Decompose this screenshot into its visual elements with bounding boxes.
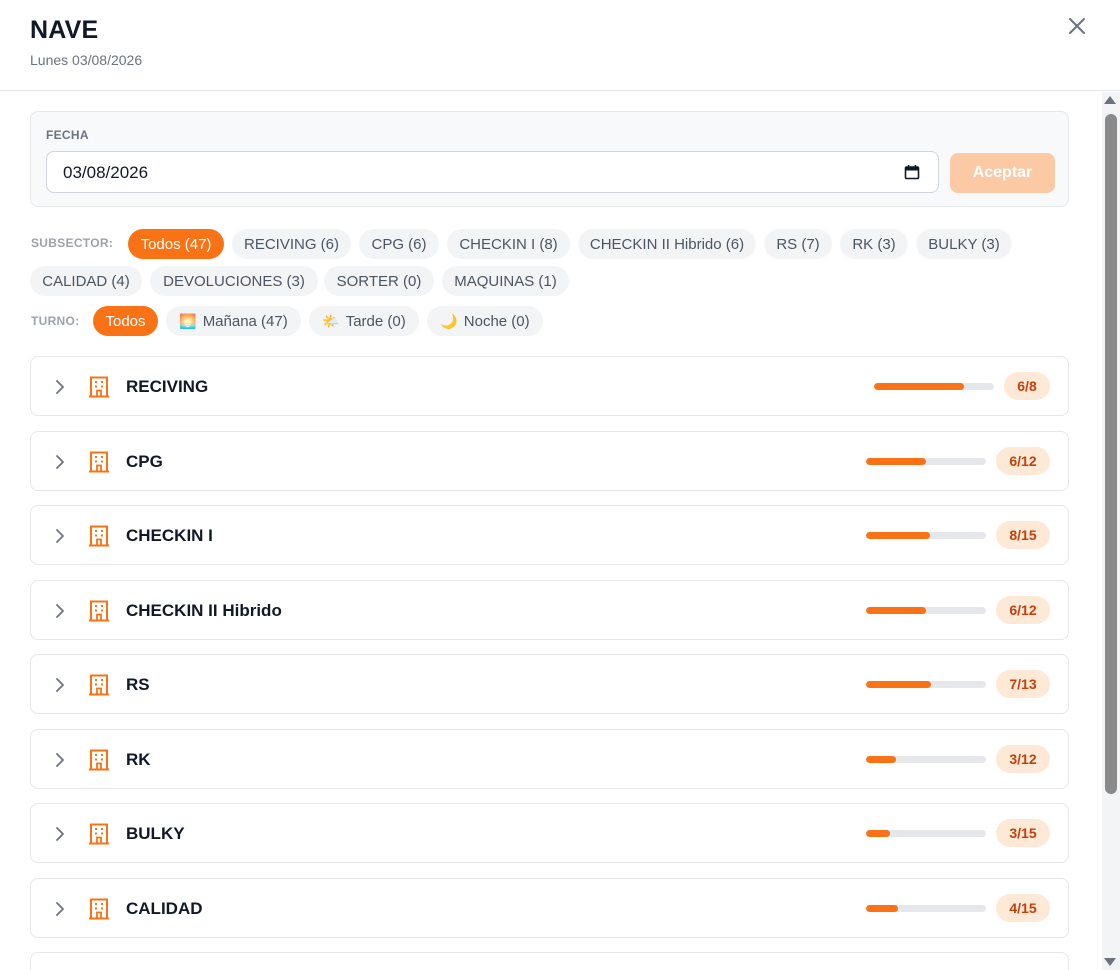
- progress-bar-fill: [866, 607, 926, 614]
- turno-chip[interactable]: Todos: [93, 306, 158, 336]
- sector-card[interactable]: CALIDAD 4/15: [30, 878, 1069, 938]
- chevron-right-icon[interactable]: [55, 379, 65, 395]
- sector-card[interactable]: RS 7/13: [30, 654, 1069, 714]
- turno-chip-label: Tarde (0): [345, 312, 406, 330]
- sector-name: RECIVING: [126, 377, 209, 396]
- calendar-icon[interactable]: [904, 164, 920, 180]
- count-badge: 6/12: [996, 596, 1050, 624]
- turno-chip-label: Mañana (47): [202, 312, 288, 330]
- chevron-right-icon[interactable]: [55, 901, 65, 917]
- sector-card[interactable]: BULKY 3/15: [30, 803, 1069, 863]
- sector-name: CHECKIN I: [126, 526, 213, 545]
- count-badge: 3/12: [996, 745, 1050, 773]
- sector-name: CALIDAD: [126, 899, 203, 918]
- scroll-down-arrow[interactable]: [1104, 958, 1116, 966]
- building-icon: [89, 898, 109, 920]
- turno-chip[interactable]: 🌙 Noche (0): [427, 306, 543, 336]
- subsector-chip[interactable]: DEVOLUCIONES (3): [150, 266, 318, 296]
- date-value: 03/08/2026: [63, 163, 149, 182]
- scrollbar-thumb[interactable]: [1105, 114, 1117, 794]
- turno-emoji-icon: 🌤️: [322, 312, 340, 329]
- progress-bar: [866, 458, 986, 465]
- sector-card[interactable]: CPG 6/12: [30, 431, 1069, 491]
- progress-bar-fill: [866, 756, 896, 763]
- sector-name: BULKY: [126, 824, 185, 843]
- count-badge: 3/15: [996, 819, 1050, 847]
- building-icon: [89, 525, 109, 547]
- accept-button[interactable]: Aceptar: [950, 153, 1055, 193]
- fecha-label: FECHA: [46, 128, 89, 142]
- building-icon: [89, 749, 109, 771]
- progress-bar: [874, 383, 994, 390]
- progress-bar: [866, 830, 986, 837]
- subsector-chip[interactable]: RK (3): [840, 229, 908, 259]
- scroll-up-arrow[interactable]: [1104, 96, 1116, 104]
- chevron-right-icon[interactable]: [55, 454, 65, 470]
- count-badge: 4/15: [996, 894, 1050, 922]
- date-input[interactable]: 03/08/2026: [46, 151, 939, 193]
- progress-bar-fill: [866, 830, 890, 837]
- progress-bar: [866, 607, 986, 614]
- sector-card[interactable]: CHECKIN I 8/15: [30, 505, 1069, 565]
- close-icon[interactable]: [1066, 15, 1088, 37]
- progress-bar: [866, 756, 986, 763]
- building-icon: [89, 376, 109, 398]
- page-subtitle: Lunes 03/08/2026: [30, 52, 143, 68]
- turno-chip-label: Todos: [105, 312, 146, 330]
- date-filter-panel: FECHA 03/08/2026 Aceptar: [30, 111, 1069, 207]
- chevron-right-icon[interactable]: [55, 528, 65, 544]
- page-title: NAVE: [30, 16, 99, 44]
- turno-label: TURNO:: [31, 314, 80, 328]
- sector-name: CPG: [126, 452, 163, 471]
- progress-bar-fill: [866, 458, 926, 465]
- sector-name: RK: [126, 750, 151, 769]
- sector-card[interactable]: RECIVING 6/8: [30, 356, 1069, 416]
- chevron-right-icon[interactable]: [55, 677, 65, 693]
- progress-bar-fill: [866, 681, 931, 688]
- building-icon: [89, 600, 109, 622]
- chevron-right-icon[interactable]: [55, 603, 65, 619]
- subsector-chip[interactable]: MAQUINAS (1): [442, 266, 569, 296]
- sector-name: CHECKIN II Hibrido: [126, 601, 282, 620]
- count-badge: 6/8: [1004, 372, 1050, 400]
- count-badge: 6/12: [996, 447, 1050, 475]
- turno-emoji-icon: 🌅: [179, 312, 197, 329]
- progress-bar-fill: [874, 383, 964, 390]
- count-badge: 8/15: [996, 521, 1050, 549]
- subsector-chip[interactable]: BULKY (3): [916, 229, 1012, 259]
- sector-card-partial[interactable]: [30, 952, 1069, 970]
- turno-chip[interactable]: 🌅 Mañana (47): [166, 306, 301, 336]
- sector-card[interactable]: RK 3/12: [30, 729, 1069, 789]
- modal-header: NAVE Lunes 03/08/2026: [0, 0, 1120, 91]
- turno-chip-label: Noche (0): [463, 312, 530, 330]
- subsector-chip[interactable]: CALIDAD (4): [30, 266, 142, 296]
- count-badge: 7/13: [996, 670, 1050, 698]
- subsector-chip[interactable]: SORTER (0): [324, 266, 434, 296]
- subsector-chip[interactable]: RS (7): [764, 229, 832, 259]
- progress-bar: [866, 905, 986, 912]
- turno-emoji-icon: 🌙: [440, 312, 458, 329]
- building-icon: [89, 823, 109, 845]
- subsector-chip[interactable]: CPG (6): [359, 229, 439, 259]
- subsector-chip[interactable]: CHECKIN I (8): [447, 229, 570, 259]
- progress-bar: [866, 681, 986, 688]
- sector-card[interactable]: CHECKIN II Hibrido 6/12: [30, 580, 1069, 640]
- subsector-label: SUBSECTOR:: [31, 236, 114, 250]
- progress-bar-fill: [866, 905, 898, 912]
- building-icon: [89, 674, 109, 696]
- sector-name: RS: [126, 675, 150, 694]
- subsector-chip[interactable]: Todos (47): [128, 229, 224, 259]
- chevron-right-icon[interactable]: [55, 752, 65, 768]
- progress-bar: [866, 532, 986, 539]
- subsector-chip[interactable]: RECIVING (6): [232, 229, 351, 259]
- building-icon: [89, 451, 109, 473]
- progress-bar-fill: [866, 532, 930, 539]
- subsector-chip[interactable]: CHECKIN II Hibrido (6): [578, 229, 756, 259]
- chevron-right-icon[interactable]: [55, 826, 65, 842]
- turno-chip[interactable]: 🌤️ Tarde (0): [309, 306, 419, 336]
